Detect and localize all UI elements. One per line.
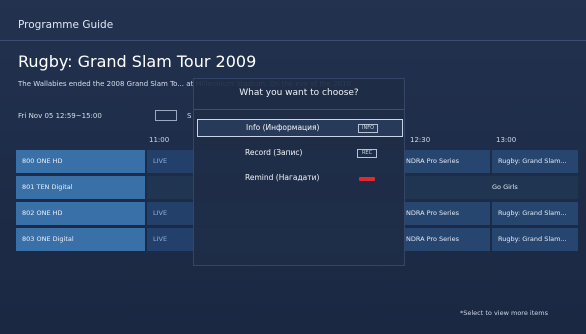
header-divider (0, 40, 586, 41)
red-button-icon (359, 177, 375, 181)
channel-name[interactable]: 802 ONE HD (16, 202, 145, 225)
record-option[interactable]: Record (Запис) REC (197, 145, 403, 163)
dialog-title: What you want to choose? (239, 88, 359, 98)
choose-action-dialog: What you want to choose? Info (Информаци… (193, 78, 405, 266)
channel-name[interactable]: 803 ONE Digital (16, 228, 145, 251)
programme-time: Fri Nov 05 12:59~15:00 (18, 112, 102, 120)
subtitle-badge (155, 110, 177, 121)
time-label: 12:30 (410, 136, 431, 144)
programme-cell[interactable]: Go Girls (402, 176, 578, 199)
programme-cell[interactable]: Rugby: Grand Slam... (492, 150, 578, 173)
programme-cell[interactable]: NDRA Pro Series (402, 150, 490, 173)
record-button-icon: REC (357, 149, 377, 158)
programme-cell[interactable]: Rugby: Grand Slam... (492, 202, 578, 225)
option-label: Record (Запис) (245, 148, 303, 157)
programme-extra: S (187, 112, 192, 120)
channel-name[interactable]: 801 TEN Digital (16, 176, 145, 199)
dialog-divider (194, 109, 404, 110)
footer-hint: *Select to view more items (460, 309, 548, 317)
option-label: Info (Информация) (246, 123, 320, 132)
info-option[interactable]: Info (Информация) INFO (197, 119, 403, 137)
programme-title: Rugby: Grand Slam Tour 2009 (18, 52, 257, 71)
programme-cell[interactable]: NDRA Pro Series (402, 202, 490, 225)
remind-option[interactable]: Remind (Нагадати) (197, 170, 403, 188)
programme-cell[interactable]: NDRA Pro Series (402, 228, 490, 251)
page-title: Programme Guide (18, 19, 114, 31)
time-label: 13:00 (496, 136, 517, 144)
option-label: Remind (Нагадати) (245, 173, 320, 182)
programme-cell[interactable]: Rugby: Grand Slam... (492, 228, 578, 251)
time-label: 11:00 (149, 136, 170, 144)
channel-name[interactable]: 800 ONE HD (16, 150, 145, 173)
info-button-icon: INFO (358, 124, 378, 133)
programme-guide-screen: Programme Guide Rugby: Grand Slam Tour 2… (0, 0, 586, 334)
